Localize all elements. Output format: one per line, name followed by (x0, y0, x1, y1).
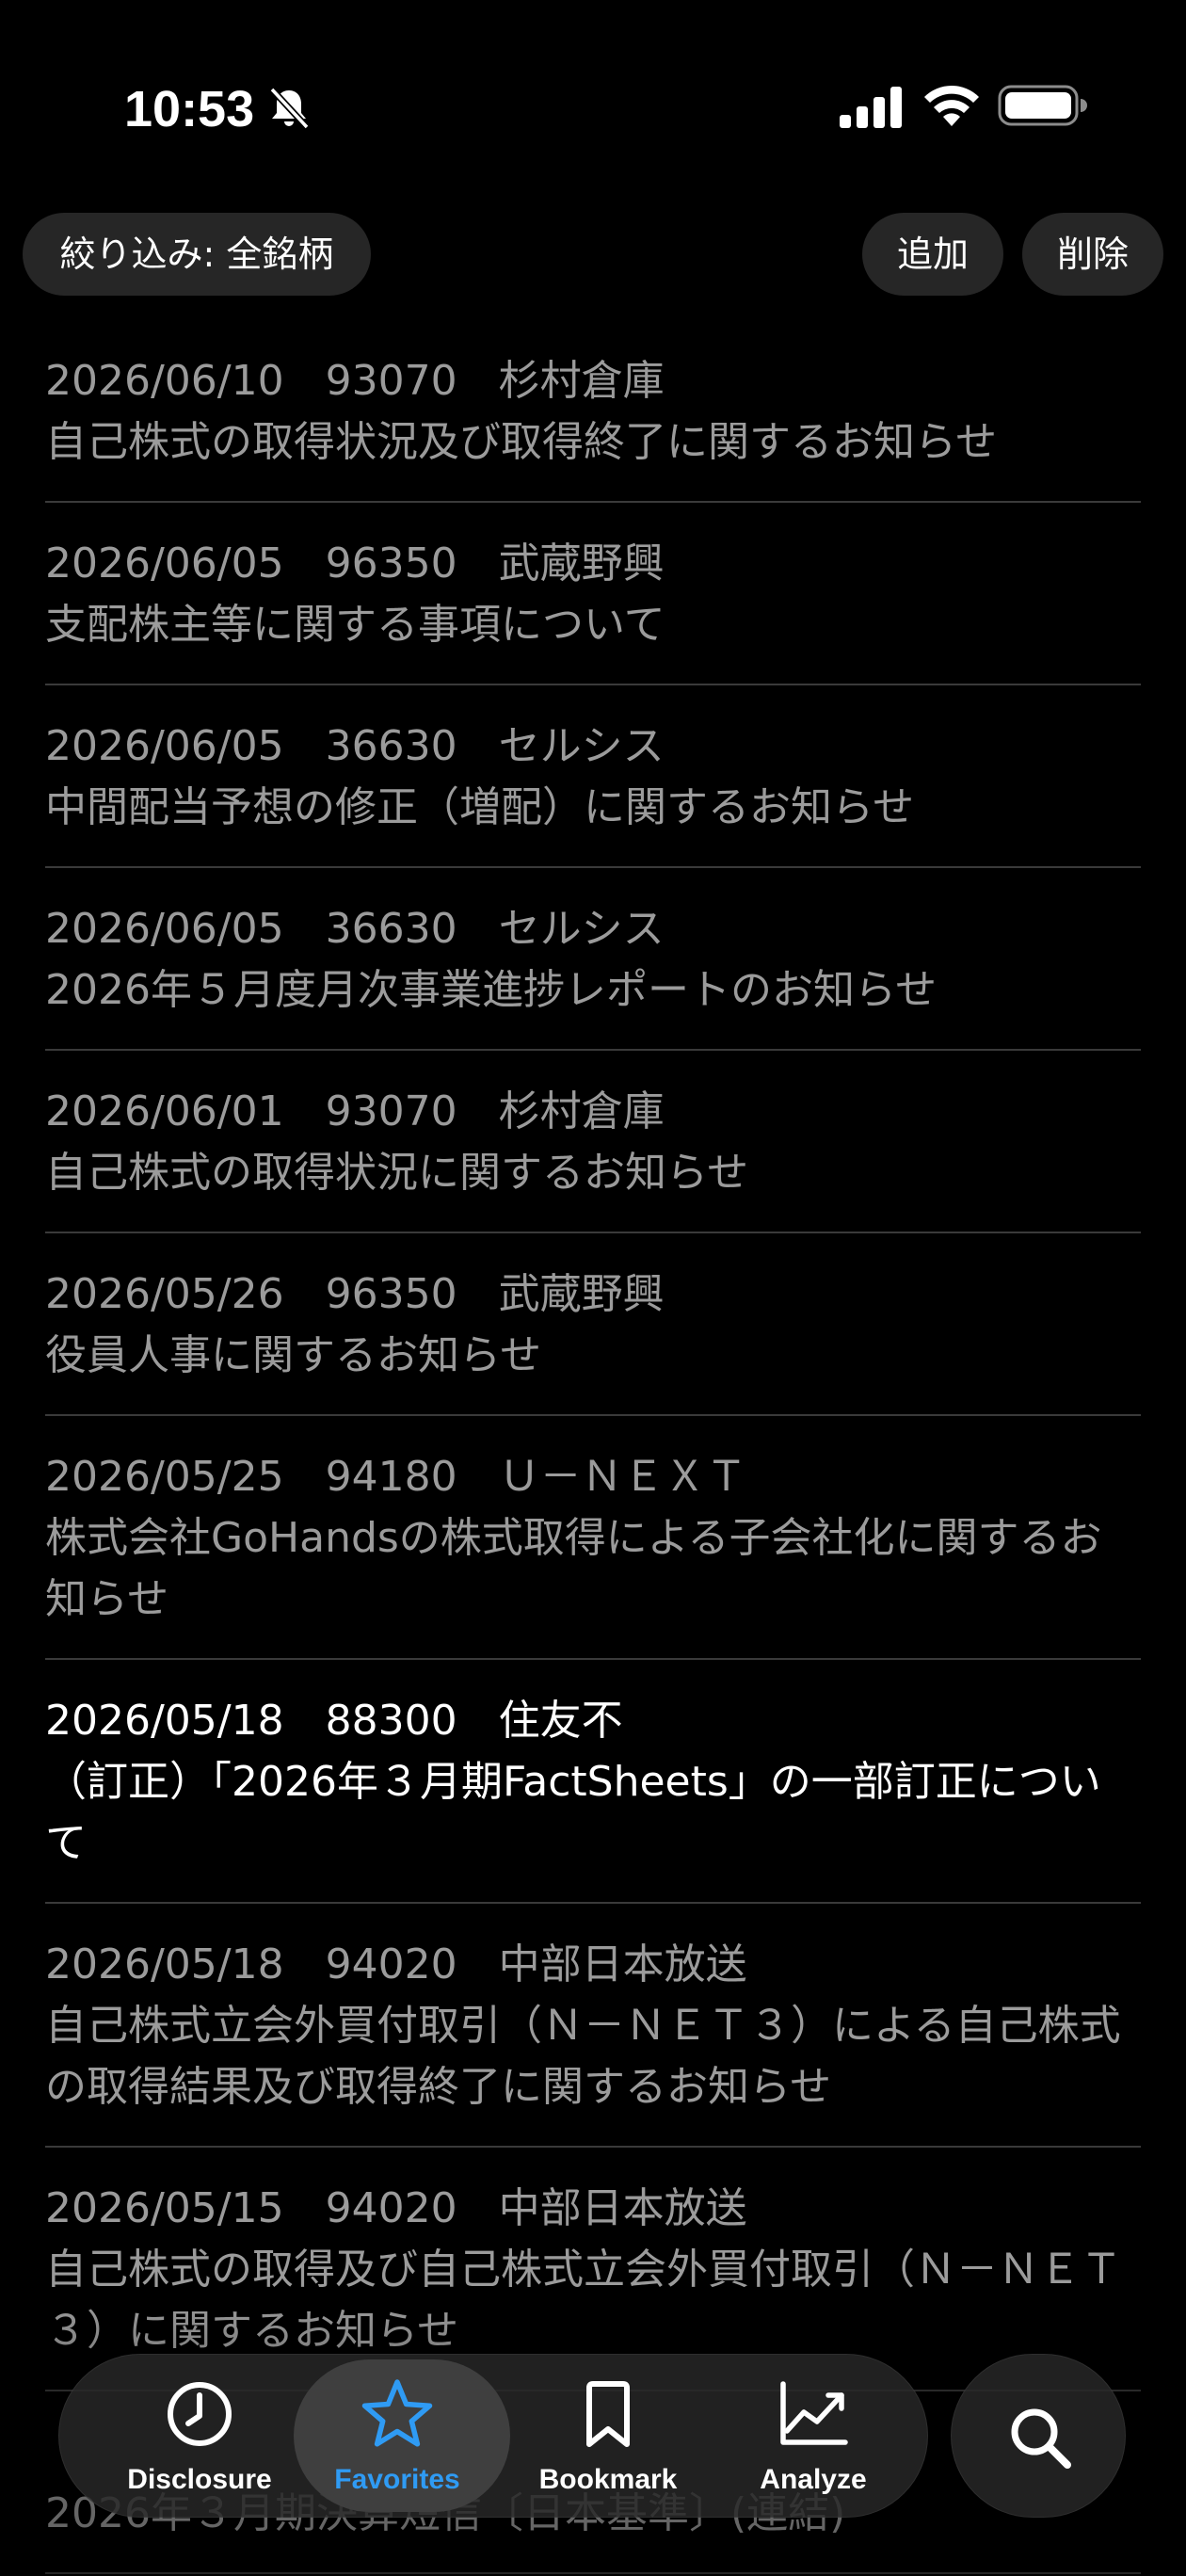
disclosure-title: 株式会社GoHandsの株式取得による子会社化に関するお知らせ (45, 1514, 1102, 1623)
disclosure-meta: 2026/05/15 94020 中部日本放送 (45, 2178, 1141, 2239)
tab-analyze[interactable]: Analyze (710, 2354, 917, 2518)
tab-favorites[interactable]: Favorites (294, 2354, 510, 2518)
disclosure-row[interactable]: 2026/06/05 36630 セルシス 2026年５月度月次事業進捗レポートの… (45, 868, 1141, 1051)
disclosure-code: 96350 (325, 1270, 457, 1318)
disclosure-company: 中部日本放送 (498, 1940, 747, 1988)
disclosure-company: セルシス (498, 722, 665, 770)
filter-button[interactable]: 絞り込み: 全銘柄 (23, 213, 371, 296)
disclosure-meta: 2026/06/05 36630 セルシス (45, 716, 1141, 777)
disclosure-title: 2026年５月度月次事業進捗レポートのお知らせ (45, 966, 938, 1014)
disclosure-meta: 2026/05/18 94020 中部日本放送 (45, 1934, 1141, 1995)
chart-icon (780, 2381, 848, 2445)
disclosure-company: 中部日本放送 (498, 2184, 747, 2232)
disclosure-title: 中間配当予想の修正（増配）に関するお知らせ (45, 783, 915, 831)
disclosure-list: 2026/06/10 93070 杉村倉庫自己株式の取得状況及び取得終了に関する… (45, 320, 1141, 2574)
disclosure-code: 93070 (325, 1087, 457, 1135)
add-button[interactable]: 追加 (862, 213, 1003, 296)
disclosure-meta: 2026/06/05 96350 武蔵野興 (45, 533, 1141, 594)
disclosure-meta: 2026/05/25 94180 Ｕ－ＮＥＸＴ (45, 1446, 1141, 1507)
disclosure-date: 2026/06/05 (45, 722, 284, 770)
disclosure-meta: 2026/06/05 36630 セルシス (45, 898, 1141, 959)
bell-slash-icon (269, 87, 310, 130)
disclosure-title: （訂正）「2026年３月期FactSheets」の一部訂正について (45, 1758, 1101, 1867)
disclosure-code: 94020 (325, 1940, 457, 1988)
disclosure-meta: 2026/05/26 96350 武蔵野興 (45, 1264, 1141, 1325)
disclosure-date: 2026/06/01 (45, 1087, 284, 1135)
disclosure-code: 88300 (325, 1697, 457, 1745)
tab-bookmark[interactable]: Bookmark (505, 2354, 712, 2518)
disclosure-company: 武蔵野興 (498, 539, 665, 588)
disclosure-title: 自己株式立会外買付取引（Ｎ－ＮＥＴ３）による自己株式の取得結果及び取得終了に関す… (45, 2002, 1121, 2111)
disclosure-date: 2026/05/15 (45, 2184, 284, 2232)
disclosure-title: 自己株式の取得及び自己株式立会外買付取引（Ｎ－ＮＥＴ３）に関するお知らせ (45, 2246, 1122, 2355)
disclosure-company: 武蔵野興 (498, 1270, 665, 1318)
tab-disclosure[interactable]: Disclosure (96, 2354, 303, 2518)
tab-label: Disclosure (127, 2464, 272, 2495)
tab-bar: Disclosure Favorites Bookmark Analyze (58, 2354, 928, 2518)
disclosure-title: 自己株式の取得状況に関するお知らせ (45, 1149, 749, 1197)
disclosure-meta: 2026/05/18 88300 住友不 (45, 1690, 1141, 1751)
disclosure-meta: 2026/06/01 93070 杉村倉庫 (45, 1081, 1141, 1142)
disclosure-date: 2026/06/05 (45, 905, 284, 953)
disclosure-row[interactable]: 2026/06/05 96350 武蔵野興支配株主等に関する事項について (45, 503, 1141, 685)
disclosure-code: 94020 (325, 2184, 457, 2232)
tab-label: Favorites (334, 2464, 460, 2495)
disclosure-title: 自己株式の取得状況及び取得終了に関するお知らせ (45, 418, 998, 466)
disclosure-code: 94180 (325, 1453, 457, 1501)
disclosure-company: 住友不 (498, 1697, 623, 1745)
disclosure-row[interactable]: 2026/05/25 94180 Ｕ－ＮＥＸＴ 株式会社GoHandsの株式取得に… (45, 1416, 1141, 1660)
disclosure-date: 2026/05/18 (45, 1697, 284, 1745)
disclosure-row[interactable]: 2026/05/26 96350 武蔵野興役員人事に関するお知らせ (45, 1233, 1141, 1416)
bookmark-icon (586, 2381, 630, 2447)
disclosure-date: 2026/05/25 (45, 1453, 284, 1501)
disclosure-date: 2026/05/18 (45, 1940, 284, 1988)
star-icon (361, 2379, 433, 2447)
cellular-signal-icon (840, 87, 902, 128)
clock-icon (168, 2382, 232, 2446)
status-time: 10:53 (124, 81, 255, 137)
disclosure-company: セルシス (498, 905, 665, 953)
status-bar: 10:53 (0, 0, 1186, 188)
battery-icon (998, 85, 1087, 126)
disclosure-meta: 2026/06/10 93070 杉村倉庫 (45, 350, 1141, 411)
disclosure-company: 杉村倉庫 (498, 357, 665, 405)
disclosure-row[interactable]: 2026/06/10 93070 杉村倉庫自己株式の取得状況及び取得終了に関する… (45, 320, 1141, 503)
search-icon (1011, 2408, 1071, 2469)
disclosure-title: 役員人事に関するお知らせ (45, 1331, 542, 1379)
tab-label: Bookmark (538, 2464, 678, 2495)
disclosure-code: 36630 (325, 905, 457, 953)
disclosure-date: 2026/06/10 (45, 357, 284, 405)
disclosure-company: 杉村倉庫 (498, 1087, 665, 1135)
disclosure-code: 93070 (325, 357, 457, 405)
disclosure-title: 支配株主等に関する事項について (45, 601, 665, 649)
disclosure-row[interactable]: 2026/05/18 88300 住友不 （訂正）「2026年３月期FactShe… (45, 1660, 1141, 1904)
disclosure-row[interactable]: 2026/06/01 93070 杉村倉庫自己株式の取得状況に関するお知らせ (45, 1051, 1141, 1233)
wifi-icon (924, 85, 979, 126)
tab-label: Analyze (760, 2464, 867, 2495)
disclosure-row[interactable]: 2026/06/05 36630 セルシス中間配当予想の修正（増配）に関するお知… (45, 685, 1141, 868)
disclosure-row[interactable]: 2026/05/18 94020 中部日本放送自己株式立会外買付取引（Ｎ－ＮＥＴ… (45, 1904, 1141, 2148)
disclosure-code: 36630 (325, 722, 457, 770)
disclosure-code: 96350 (325, 539, 457, 588)
search-button[interactable] (951, 2354, 1126, 2518)
disclosure-company: Ｕ－ＮＥＸＴ (498, 1453, 747, 1501)
disclosure-date: 2026/05/26 (45, 1270, 284, 1318)
disclosure-date: 2026/06/05 (45, 539, 284, 588)
delete-button[interactable]: 削除 (1022, 213, 1163, 296)
